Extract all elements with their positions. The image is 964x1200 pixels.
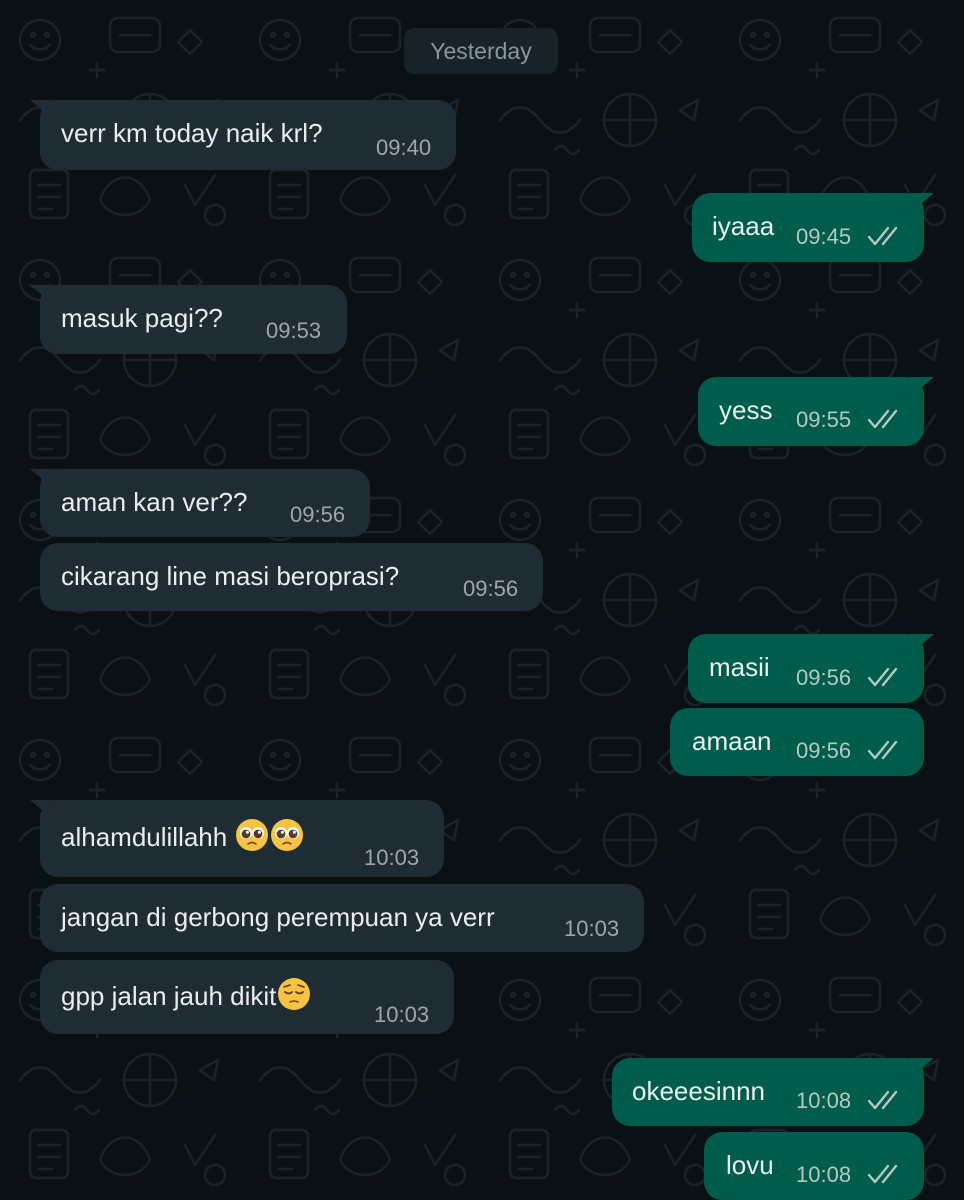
- message-text: jangan di gerbong perempuan ya verr: [61, 902, 495, 932]
- message-time: 10:03: [564, 916, 620, 941]
- message-outgoing[interactable]: iyaaa 09:45: [692, 193, 924, 262]
- message-time: 10:03: [364, 845, 420, 870]
- message-time: 09:56: [796, 738, 852, 763]
- message-incoming[interactable]: cikarang line masi beroprasi? 09:56: [40, 543, 543, 611]
- message-text-content: alhamdulillahh: [61, 822, 228, 852]
- pensive-face-emoji: [278, 978, 311, 1010]
- message-time: 09:56: [796, 665, 852, 690]
- message-text: alhamdulillahh: [61, 818, 304, 854]
- chat-area: Yesterday verr km today naik krl? 09:40 …: [0, 0, 964, 1200]
- message-outgoing[interactable]: lovu 10:08: [704, 1132, 924, 1200]
- message-time: 09:40: [376, 135, 432, 160]
- date-separator: Yesterday: [404, 28, 558, 74]
- message-incoming[interactable]: jangan di gerbong perempuan ya verr 10:0…: [40, 884, 644, 952]
- message-incoming[interactable]: aman kan ver?? 09:56: [40, 469, 370, 537]
- message-text: yess: [719, 395, 773, 425]
- message-text: amaan: [692, 726, 772, 756]
- message-text: okeeesinnn: [632, 1076, 765, 1106]
- message-time: 09:56: [290, 502, 346, 527]
- message-text: iyaaa: [712, 211, 775, 241]
- message-time: 09:53: [266, 318, 322, 343]
- message-text: masii: [709, 652, 770, 682]
- double-check-icon: [867, 226, 898, 246]
- message-time: 09:55: [796, 407, 852, 432]
- message-incoming[interactable]: masuk pagi?? 09:53: [40, 285, 347, 354]
- message-time: 10:03: [374, 1002, 430, 1027]
- message-time: 09:45: [796, 224, 852, 249]
- message-time: 09:56: [463, 576, 519, 601]
- pleading-face-emoji: [236, 819, 269, 851]
- message-outgoing[interactable]: masii 09:56: [688, 634, 924, 703]
- pleading-face-emoji: [271, 819, 304, 851]
- double-check-icon: [867, 1164, 898, 1184]
- message-time: 10:08: [796, 1088, 852, 1113]
- message-text: cikarang line masi beroprasi?: [61, 561, 400, 591]
- double-check-icon: [867, 667, 898, 687]
- message-outgoing[interactable]: yess 09:55: [698, 377, 924, 446]
- double-check-icon: [867, 740, 898, 760]
- message-time: 10:08: [796, 1162, 852, 1187]
- message-text: verr km today naik krl?: [61, 118, 323, 148]
- message-text: masuk pagi??: [61, 303, 223, 333]
- message-incoming[interactable]: verr km today naik krl? 09:40: [40, 100, 456, 170]
- message-text: gpp jalan jauh dikit: [61, 977, 311, 1013]
- message-incoming[interactable]: alhamdulillahh 10:03: [40, 800, 444, 877]
- message-text: aman kan ver??: [61, 487, 248, 517]
- message-text: lovu: [726, 1150, 774, 1180]
- double-check-icon: [867, 1090, 898, 1110]
- message-outgoing[interactable]: okeeesinnn 10:08: [612, 1058, 924, 1126]
- double-check-icon: [867, 409, 898, 429]
- message-text-content: gpp jalan jauh dikit: [61, 981, 277, 1011]
- message-outgoing[interactable]: amaan 09:56: [670, 708, 924, 776]
- message-incoming[interactable]: gpp jalan jauh dikit 10:03: [40, 960, 454, 1034]
